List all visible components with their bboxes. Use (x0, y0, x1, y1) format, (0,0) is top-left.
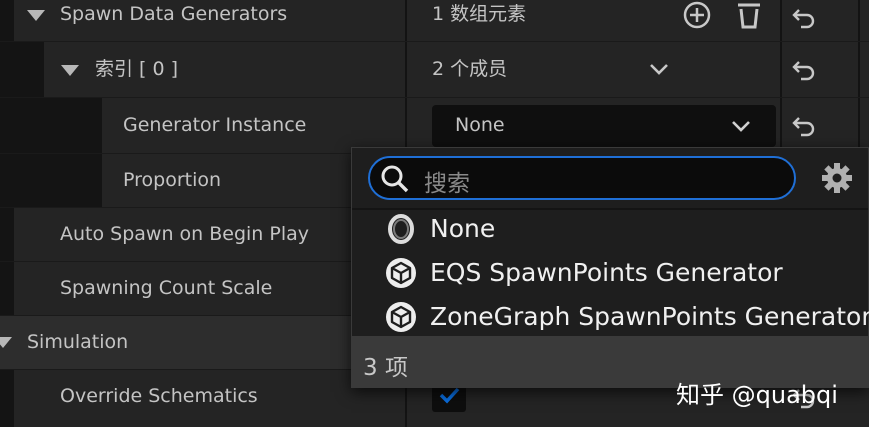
add-element-icon[interactable] (681, 0, 713, 32)
proportion-label: Proportion (123, 169, 222, 191)
spawning-count-scale-label: Spawning Count Scale (60, 277, 273, 299)
search-input[interactable]: 搜索 (368, 156, 796, 200)
option-zonegraph-spawnpoints-generator[interactable]: ZoneGraph SpawnPoints Generator (352, 294, 869, 338)
spawn-data-generators-label: Spawn Data Generators (60, 3, 288, 25)
delete-trash-icon[interactable] (733, 0, 765, 32)
option-eqs-spawnpoints-generator[interactable]: EQS SpawnPoints Generator (352, 250, 868, 294)
member-count-value: 2 个成员 (432, 58, 508, 80)
simulation-category-label: Simulation (27, 331, 129, 353)
search-placeholder: 搜索 (424, 171, 470, 197)
option-zonegraph-label: ZoneGraph SpawnPoints Generator (430, 302, 869, 331)
cube-icon (386, 258, 416, 288)
reset-arrow-icon[interactable] (789, 55, 819, 85)
index-0-label: 索引 [ 0 ] (95, 58, 179, 80)
generator-instance-label: Generator Instance (123, 114, 307, 136)
chevron-down-icon (732, 121, 750, 132)
search-icon (381, 165, 409, 193)
array-count-value: 1 数组元素 (432, 3, 527, 25)
expand-arrow-icon[interactable] (61, 65, 79, 76)
row-index-0: 索引 [ 0 ] 2 个成员 (0, 42, 869, 97)
auto-spawn-label: Auto Spawn on Begin Play (60, 223, 310, 245)
row-spawn-data-generators: Spawn Data Generators 1 数组元素 (0, 0, 869, 41)
watermark-text: 知乎 @quabqi (676, 381, 838, 409)
item-count-label: 3 项 (363, 355, 408, 381)
generator-picker-popup: 搜索 None EQS SpawnPoints Generator ZoneGr… (351, 147, 869, 388)
override-schematics-label: Override Schematics (60, 385, 258, 407)
cube-icon (386, 302, 416, 332)
gear-icon[interactable] (821, 162, 853, 194)
expand-arrow-icon[interactable] (27, 10, 45, 21)
chevron-down-icon[interactable] (648, 61, 670, 77)
generator-instance-value: None (455, 114, 505, 136)
expand-arrow-icon[interactable] (0, 337, 12, 348)
none-circle-icon (388, 214, 414, 244)
option-none-label: None (430, 214, 496, 243)
generator-instance-dropdown[interactable]: None (432, 105, 776, 147)
option-eqs-label: EQS SpawnPoints Generator (430, 258, 783, 287)
reset-arrow-icon[interactable] (789, 111, 819, 141)
option-none[interactable]: None (352, 206, 868, 250)
reset-arrow-icon[interactable] (789, 3, 819, 33)
